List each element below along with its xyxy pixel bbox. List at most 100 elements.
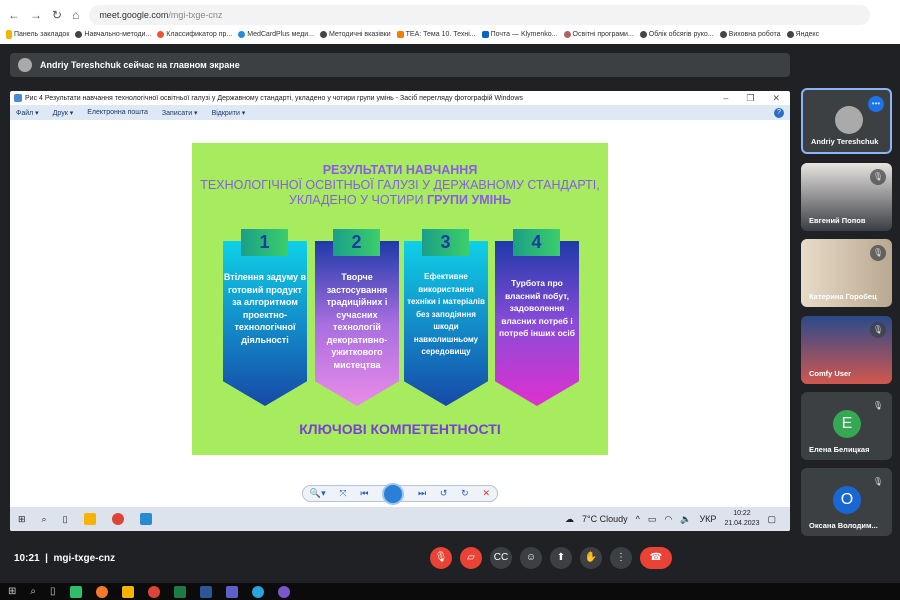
rotate-right-icon[interactable]: ↻ <box>461 488 469 499</box>
maximize-icon[interactable]: ❐ <box>746 93 754 104</box>
call-controls: 🎙 ▱ CC ☺ ⬆ ✋ ⋮ ☎ <box>430 547 672 569</box>
file-explorer-icon[interactable] <box>121 585 134 598</box>
date: 21.04.2023 <box>724 520 760 527</box>
language[interactable]: УКР <box>699 514 716 524</box>
bookmarks-bar: Панель закладок Навчально-методи... Клас… <box>0 26 900 42</box>
browser-chrome: ← → ↻ ⌂ meet.google.com/mgi-txge-cnz Панель… <box>0 0 900 44</box>
file-explorer-icon[interactable] <box>83 513 96 525</box>
excel-icon[interactable] <box>173 585 186 598</box>
participant-name: Елена Белицкая <box>809 445 870 454</box>
search-icon[interactable]: ⌕ <box>42 514 47 525</box>
participant-tile[interactable]: 🎙 Евгений Попов <box>801 163 892 231</box>
search-icon[interactable]: ⌕ <box>30 586 36 597</box>
bookmark[interactable]: Классификатор пр... <box>157 30 232 38</box>
menu-bar: Файл ▾ Друк ▾ Електронна пошта Записати ▾ Ві… <box>10 105 790 120</box>
participant-tile[interactable]: 🎙 O Оксана Володим... <box>801 468 892 536</box>
back-icon[interactable]: ← <box>8 8 20 22</box>
telegram-icon[interactable] <box>251 585 264 598</box>
captions-button[interactable]: CC <box>490 547 512 569</box>
leave-call-button[interactable]: ☎ <box>640 547 672 569</box>
participant-tile[interactable]: ••• Andriy Tereshchuk <box>801 88 892 154</box>
camera-toggle-button[interactable]: ▱ <box>460 547 482 569</box>
mic-toggle-button[interactable]: 🎙 <box>430 547 452 569</box>
presenting-banner: Andriy Tereshchuk сейчас на главном экра… <box>10 53 790 77</box>
card-text: Ефективне використання техніки і матеріа… <box>407 272 485 356</box>
present-button[interactable]: ⬆ <box>550 547 572 569</box>
help-icon[interactable]: ? <box>774 107 784 118</box>
bookmark[interactable]: Виховна робота <box>719 30 781 38</box>
bookmark[interactable]: TEA: Тема 10. Техні... <box>396 30 476 38</box>
battery-icon: ▭ <box>647 513 657 524</box>
task-view-icon[interactable]: ▯ <box>63 514 68 525</box>
zoom-icon[interactable]: 🔍▾ <box>310 488 326 499</box>
bookmark-label: Почта — Klymenko... <box>490 30 558 38</box>
bookmark-label: TEA: Тема 10. Техні... <box>405 30 476 38</box>
address-bar[interactable]: meet.google.com/mgi-txge-cnz <box>89 5 870 25</box>
chrome-icon[interactable] <box>147 585 160 598</box>
bookmark[interactable]: Облік обсягів руко... <box>639 30 714 38</box>
menu-open[interactable]: Відкрити ▾ <box>212 109 246 117</box>
menu-email[interactable]: Електронна пошта <box>87 109 148 116</box>
bookmark[interactable]: Яндекс <box>786 30 819 38</box>
card-text: Творче застосування традиційних і сучасн… <box>326 272 388 370</box>
next-icon[interactable]: ⏭ <box>418 488 426 499</box>
participant-tile[interactable]: 🎙 E Елена Белицкая <box>801 392 892 460</box>
bookmark-label: Освітні програми... <box>572 30 634 38</box>
photo-viewer-icon <box>14 94 22 102</box>
close-icon[interactable]: ✕ <box>772 93 780 104</box>
more-options-icon[interactable]: ••• <box>868 96 884 112</box>
bookmark-label: Облік обсягів руко... <box>648 30 714 38</box>
home-icon[interactable]: ⌂ <box>72 8 79 22</box>
viber-icon[interactable] <box>277 585 290 598</box>
url-path: /mgi-txge-cnz <box>168 10 223 20</box>
weather-icon: ☁ <box>565 513 575 524</box>
bookmark[interactable]: Освітні програми... <box>563 30 634 38</box>
notification-icon[interactable]: ▢ <box>767 514 776 525</box>
globe-icon <box>75 30 83 38</box>
bookmark[interactable]: Панель закладок <box>6 29 69 39</box>
menu-print[interactable]: Друк ▾ <box>53 109 74 117</box>
slide-subtitle: ТЕХНОЛОГІЧНОЇ ОСВІТНЬОЇ ГАЛУЗІ У ДЕРЖАВН… <box>200 178 600 192</box>
participant-tile[interactable]: 🎙 Катерина Горобец <box>801 239 892 307</box>
menu-file[interactable]: Файл ▾ <box>16 109 39 117</box>
fit-icon[interactable]: ⤧ <box>339 488 346 499</box>
participant-tile[interactable]: 🎙 Comfy User <box>801 316 892 384</box>
card-text: Турбота про власний побут, задоволення в… <box>498 278 575 338</box>
more-options-button[interactable]: ⋮ <box>610 547 632 569</box>
windows-start-icon[interactable]: ⊞ <box>18 514 26 525</box>
site-icon <box>563 30 571 38</box>
slideshow-button[interactable] <box>382 482 405 505</box>
tray-chevron-icon[interactable]: ^ <box>636 514 640 524</box>
raise-hand-button[interactable]: ✋ <box>580 547 602 569</box>
rotate-left-icon[interactable]: ↺ <box>440 488 448 499</box>
minimize-icon[interactable]: – <box>723 93 728 104</box>
word-icon[interactable] <box>199 585 212 598</box>
task-view-icon[interactable]: ▯ <box>50 586 56 597</box>
menu-burn[interactable]: Записати ▾ <box>162 109 198 117</box>
bookmark[interactable]: Методичні вказівки <box>319 30 391 38</box>
site-icon <box>157 30 165 38</box>
card-number: 3 <box>422 229 469 256</box>
card-number: 2 <box>333 229 380 256</box>
globe-icon <box>786 30 794 38</box>
windows-start-icon[interactable]: ⊞ <box>8 586 16 597</box>
avatar-letter: O <box>833 486 861 514</box>
bookmark[interactable]: MedCardPlus меди... <box>238 30 314 38</box>
app-icon[interactable] <box>69 585 82 598</box>
chrome-icon[interactable] <box>111 513 124 525</box>
photos-icon[interactable] <box>139 513 152 525</box>
teams-icon[interactable] <box>225 585 238 598</box>
os-taskbar: ⊞ ⌕ ▯ <box>0 583 900 600</box>
bookmark[interactable]: Навчально-методи... <box>75 30 151 38</box>
bookmark[interactable]: Почта — Klymenko... <box>481 30 558 38</box>
forward-icon[interactable]: → <box>30 8 42 22</box>
bookmark-label: Методичні вказівки <box>328 30 391 38</box>
reload-icon[interactable]: ↻ <box>52 8 62 22</box>
reactions-button[interactable]: ☺ <box>520 547 542 569</box>
mic-off-icon: 🎙 <box>870 398 886 414</box>
blender-icon[interactable] <box>95 585 108 598</box>
delete-icon[interactable]: ✕ <box>482 488 490 499</box>
previous-icon[interactable]: ⏮ <box>360 488 368 499</box>
meeting-time: 10:21 <box>14 553 40 564</box>
mic-off-icon: 🎙 <box>870 474 886 490</box>
